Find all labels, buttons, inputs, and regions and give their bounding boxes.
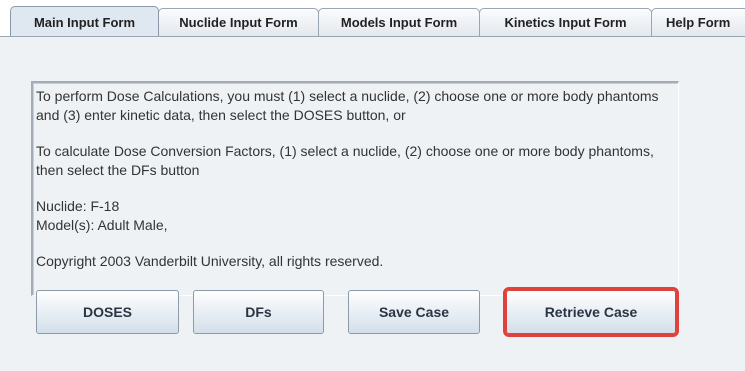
dose-instructions: To perform Dose Calculations, you must (…	[36, 88, 659, 123]
save-case-button[interactable]: Save Case	[348, 290, 480, 334]
tab-bar: Main Input Form Nuclide Input Form Model…	[0, 0, 745, 36]
tab-help-form[interactable]: Help Form	[651, 8, 745, 36]
dfs-button[interactable]: DFs	[193, 290, 324, 334]
models-readout: Model(s): Adult Male,	[36, 217, 168, 233]
df-instructions: To calculate Dose Conversion Factors, (1…	[36, 143, 654, 178]
tab-nuclide-input-form[interactable]: Nuclide Input Form	[158, 8, 319, 36]
tab-main-input-form[interactable]: Main Input Form	[10, 6, 159, 36]
doses-button[interactable]: DOSES	[36, 290, 179, 334]
tab-models-input-form[interactable]: Models Input Form	[318, 8, 480, 36]
instructions-text-area: To perform Dose Calculations, you must (…	[31, 81, 679, 296]
retrieve-case-button[interactable]: Retrieve Case	[503, 287, 679, 337]
tab-kinetics-input-form[interactable]: Kinetics Input Form	[479, 8, 652, 36]
copyright-text: Copyright 2003 Vanderbilt University, al…	[36, 253, 384, 269]
nuclide-readout: Nuclide: F-18	[36, 198, 120, 214]
